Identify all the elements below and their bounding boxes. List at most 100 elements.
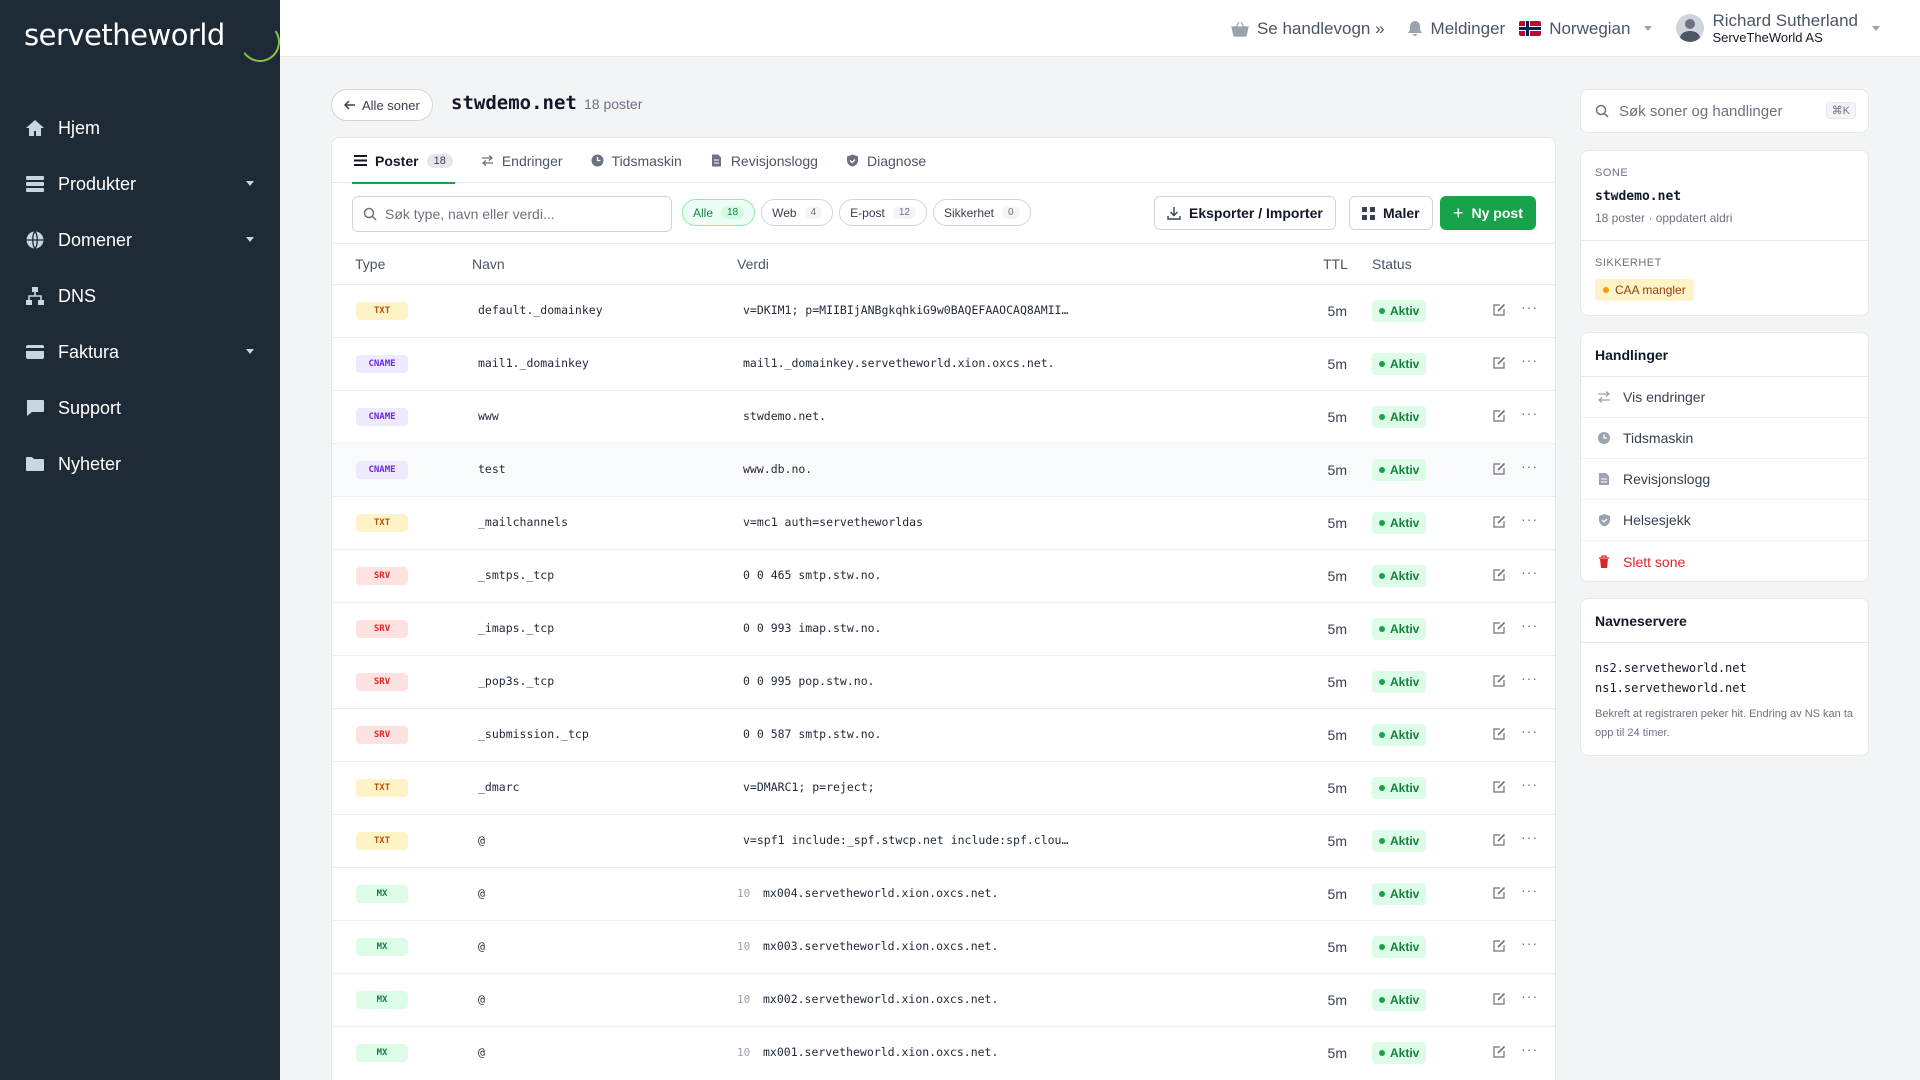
tab-revisjonslogg[interactable]: Revisjonslogg bbox=[710, 138, 818, 183]
document-icon bbox=[710, 154, 723, 167]
edit-icon[interactable] bbox=[1492, 568, 1508, 584]
chip-label: Web bbox=[772, 205, 797, 220]
edit-icon[interactable] bbox=[1492, 992, 1508, 1008]
record-ttl: 5m bbox=[1327, 886, 1347, 902]
edit-icon[interactable] bbox=[1492, 356, 1508, 372]
more-options-icon[interactable]: ··· bbox=[1521, 723, 1538, 739]
table-row[interactable]: SRV _pop3s._tcp 0 0 995 pop.stw.no. 5m A… bbox=[332, 655, 1555, 708]
status-dot-icon bbox=[1379, 467, 1385, 473]
sidebar-item-produkter[interactable]: Produkter bbox=[0, 156, 280, 212]
filter-chip-e-post[interactable]: E-post 12 bbox=[839, 199, 927, 226]
edit-icon[interactable] bbox=[1492, 303, 1508, 319]
security-badge[interactable]: CAA mangler bbox=[1595, 279, 1694, 301]
edit-icon[interactable] bbox=[1492, 1045, 1508, 1061]
tab-poster[interactable]: Poster 18 bbox=[352, 138, 455, 184]
table-row[interactable]: CNAME www stwdemo.net. 5m Aktiv ··· bbox=[332, 390, 1555, 443]
more-options-icon[interactable]: ··· bbox=[1521, 829, 1538, 845]
export-import-button[interactable]: Eksporter / Importer bbox=[1154, 196, 1336, 230]
table-row[interactable]: MX @ 10 mx003.servetheworld.xion.oxcs.ne… bbox=[332, 920, 1555, 973]
back-to-zones-button[interactable]: Alle soner bbox=[331, 89, 433, 121]
record-value: v=DMARC1; p=reject; bbox=[743, 780, 875, 794]
edit-icon[interactable] bbox=[1492, 833, 1508, 849]
edit-icon[interactable] bbox=[1492, 674, 1508, 690]
zone-action-search[interactable]: Søk soner og handlinger ⌘K bbox=[1580, 89, 1869, 133]
table-row[interactable]: TXT _mailchannels v=mc1 auth=servethewor… bbox=[332, 496, 1555, 549]
table-row[interactable]: CNAME test www.db.no. 5m Aktiv ··· bbox=[332, 443, 1555, 496]
edit-icon[interactable] bbox=[1492, 939, 1508, 955]
record-name: _submission._tcp bbox=[478, 727, 589, 741]
table-row[interactable]: TXT default._domainkey v=DKIM1; p=MIIBIj… bbox=[332, 284, 1555, 337]
more-options-icon[interactable]: ··· bbox=[1521, 617, 1538, 633]
action-revisjonslogg[interactable]: Revisjonslogg bbox=[1581, 459, 1868, 500]
avatar bbox=[1676, 14, 1705, 43]
status-dot-icon bbox=[1379, 308, 1385, 314]
sidebar-item-faktura[interactable]: Faktura bbox=[0, 324, 280, 380]
more-options-icon[interactable]: ··· bbox=[1521, 405, 1538, 421]
more-options-icon[interactable]: ··· bbox=[1521, 511, 1538, 527]
chip-count: 4 bbox=[804, 206, 823, 219]
chip-label: E-post bbox=[850, 205, 885, 220]
user-org: ServeTheWorld AS bbox=[1712, 29, 1823, 45]
basket-icon bbox=[1231, 21, 1249, 37]
more-options-icon[interactable]: ··· bbox=[1521, 988, 1538, 1004]
tab-diagnose[interactable]: Diagnose bbox=[846, 138, 926, 183]
table-header: Type Navn Verdi TTL Status bbox=[332, 244, 1555, 284]
notifications-link[interactable]: Meldinger bbox=[1407, 19, 1505, 39]
edit-icon[interactable] bbox=[1492, 780, 1508, 796]
record-value: mx004.servetheworld.xion.oxcs.net. bbox=[763, 886, 999, 900]
more-options-icon[interactable]: ··· bbox=[1521, 458, 1538, 474]
more-options-icon[interactable]: ··· bbox=[1521, 670, 1538, 686]
table-row[interactable]: CNAME mail1._domainkey mail1._domainkey.… bbox=[332, 337, 1555, 390]
server-icon bbox=[24, 174, 46, 194]
table-row[interactable]: TXT _dmarc v=DMARC1; p=reject; 5m Aktiv … bbox=[332, 761, 1555, 814]
more-options-icon[interactable]: ··· bbox=[1521, 1041, 1538, 1057]
table-row[interactable]: MX @ 10 mx002.servetheworld.xion.oxcs.ne… bbox=[332, 973, 1555, 1026]
action-helsesjekk[interactable]: Helsesjekk bbox=[1581, 500, 1868, 541]
table-row[interactable]: MX @ 10 mx001.servetheworld.xion.oxcs.ne… bbox=[332, 1026, 1555, 1079]
record-value: v=spf1 include:_spf.stwcp.net include:sp… bbox=[743, 833, 1069, 847]
edit-icon[interactable] bbox=[1492, 886, 1508, 902]
sidebar-item-support[interactable]: Support bbox=[0, 380, 280, 436]
more-options-icon[interactable]: ··· bbox=[1521, 935, 1538, 951]
sidebar-item-dns[interactable]: DNS bbox=[0, 268, 280, 324]
more-options-icon[interactable]: ··· bbox=[1521, 564, 1538, 580]
filter-chip-sikkerhet[interactable]: Sikkerhet 0 bbox=[932, 199, 1031, 226]
table-row[interactable]: MX @ 10 mx004.servetheworld.xion.oxcs.ne… bbox=[332, 867, 1555, 920]
sidebar-item-nyheter[interactable]: Nyheter bbox=[0, 436, 280, 492]
tab-tidsmaskin[interactable]: Tidsmaskin bbox=[591, 138, 682, 183]
filter-chip-alle[interactable]: Alle 18 bbox=[682, 199, 756, 226]
record-name: @ bbox=[478, 1045, 485, 1059]
sidebar-item-hjem[interactable]: Hjem bbox=[0, 100, 280, 156]
more-options-icon[interactable]: ··· bbox=[1521, 776, 1538, 792]
sidebar-item-domener[interactable]: Domener bbox=[0, 212, 280, 268]
table-row[interactable]: SRV _smtps._tcp 0 0 465 smtp.stw.no. 5m … bbox=[332, 549, 1555, 602]
edit-icon[interactable] bbox=[1492, 515, 1508, 531]
cart-link[interactable]: Se handlevogn » bbox=[1231, 19, 1385, 39]
edit-icon[interactable] bbox=[1492, 727, 1508, 743]
templates-button[interactable]: Maler bbox=[1349, 196, 1433, 230]
tab-endringer[interactable]: Endringer bbox=[481, 138, 563, 183]
action-slett-sone[interactable]: Slett sone bbox=[1581, 541, 1868, 582]
action-vis-endringer[interactable]: Vis endringer bbox=[1581, 377, 1868, 418]
more-options-icon[interactable]: ··· bbox=[1521, 882, 1538, 898]
action-tidsmaskin[interactable]: Tidsmaskin bbox=[1581, 418, 1868, 459]
brand-logo[interactable]: servetheworld bbox=[24, 18, 284, 66]
edit-icon[interactable] bbox=[1492, 409, 1508, 425]
table-row[interactable]: SRV _imaps._tcp 0 0 993 imap.stw.no. 5m … bbox=[332, 602, 1555, 655]
table-row[interactable]: SRV _submission._tcp 0 0 587 smtp.stw.no… bbox=[332, 708, 1555, 761]
more-options-icon[interactable]: ··· bbox=[1521, 299, 1538, 315]
edit-icon[interactable] bbox=[1492, 621, 1508, 637]
new-record-button[interactable]: + Ny post bbox=[1440, 196, 1536, 230]
record-ttl: 5m bbox=[1327, 568, 1347, 584]
more-options-icon[interactable]: ··· bbox=[1521, 352, 1538, 368]
status-dot-icon bbox=[1379, 944, 1385, 950]
status-badge: Aktiv bbox=[1372, 618, 1427, 640]
record-search-input[interactable]: Søk type, navn eller verdi... bbox=[352, 196, 672, 232]
page-title: stwdemo.net bbox=[451, 92, 577, 114]
edit-icon[interactable] bbox=[1492, 462, 1508, 478]
security-badge-label: CAA mangler bbox=[1615, 283, 1686, 297]
table-row[interactable]: TXT @ v=spf1 include:_spf.stwcp.net incl… bbox=[332, 814, 1555, 867]
language-selector[interactable]: Norwegian bbox=[1519, 19, 1653, 39]
user-menu[interactable]: Richard Sutherland ServeTheWorld AS bbox=[1676, 11, 1880, 45]
filter-chip-web[interactable]: Web 4 bbox=[761, 199, 834, 226]
